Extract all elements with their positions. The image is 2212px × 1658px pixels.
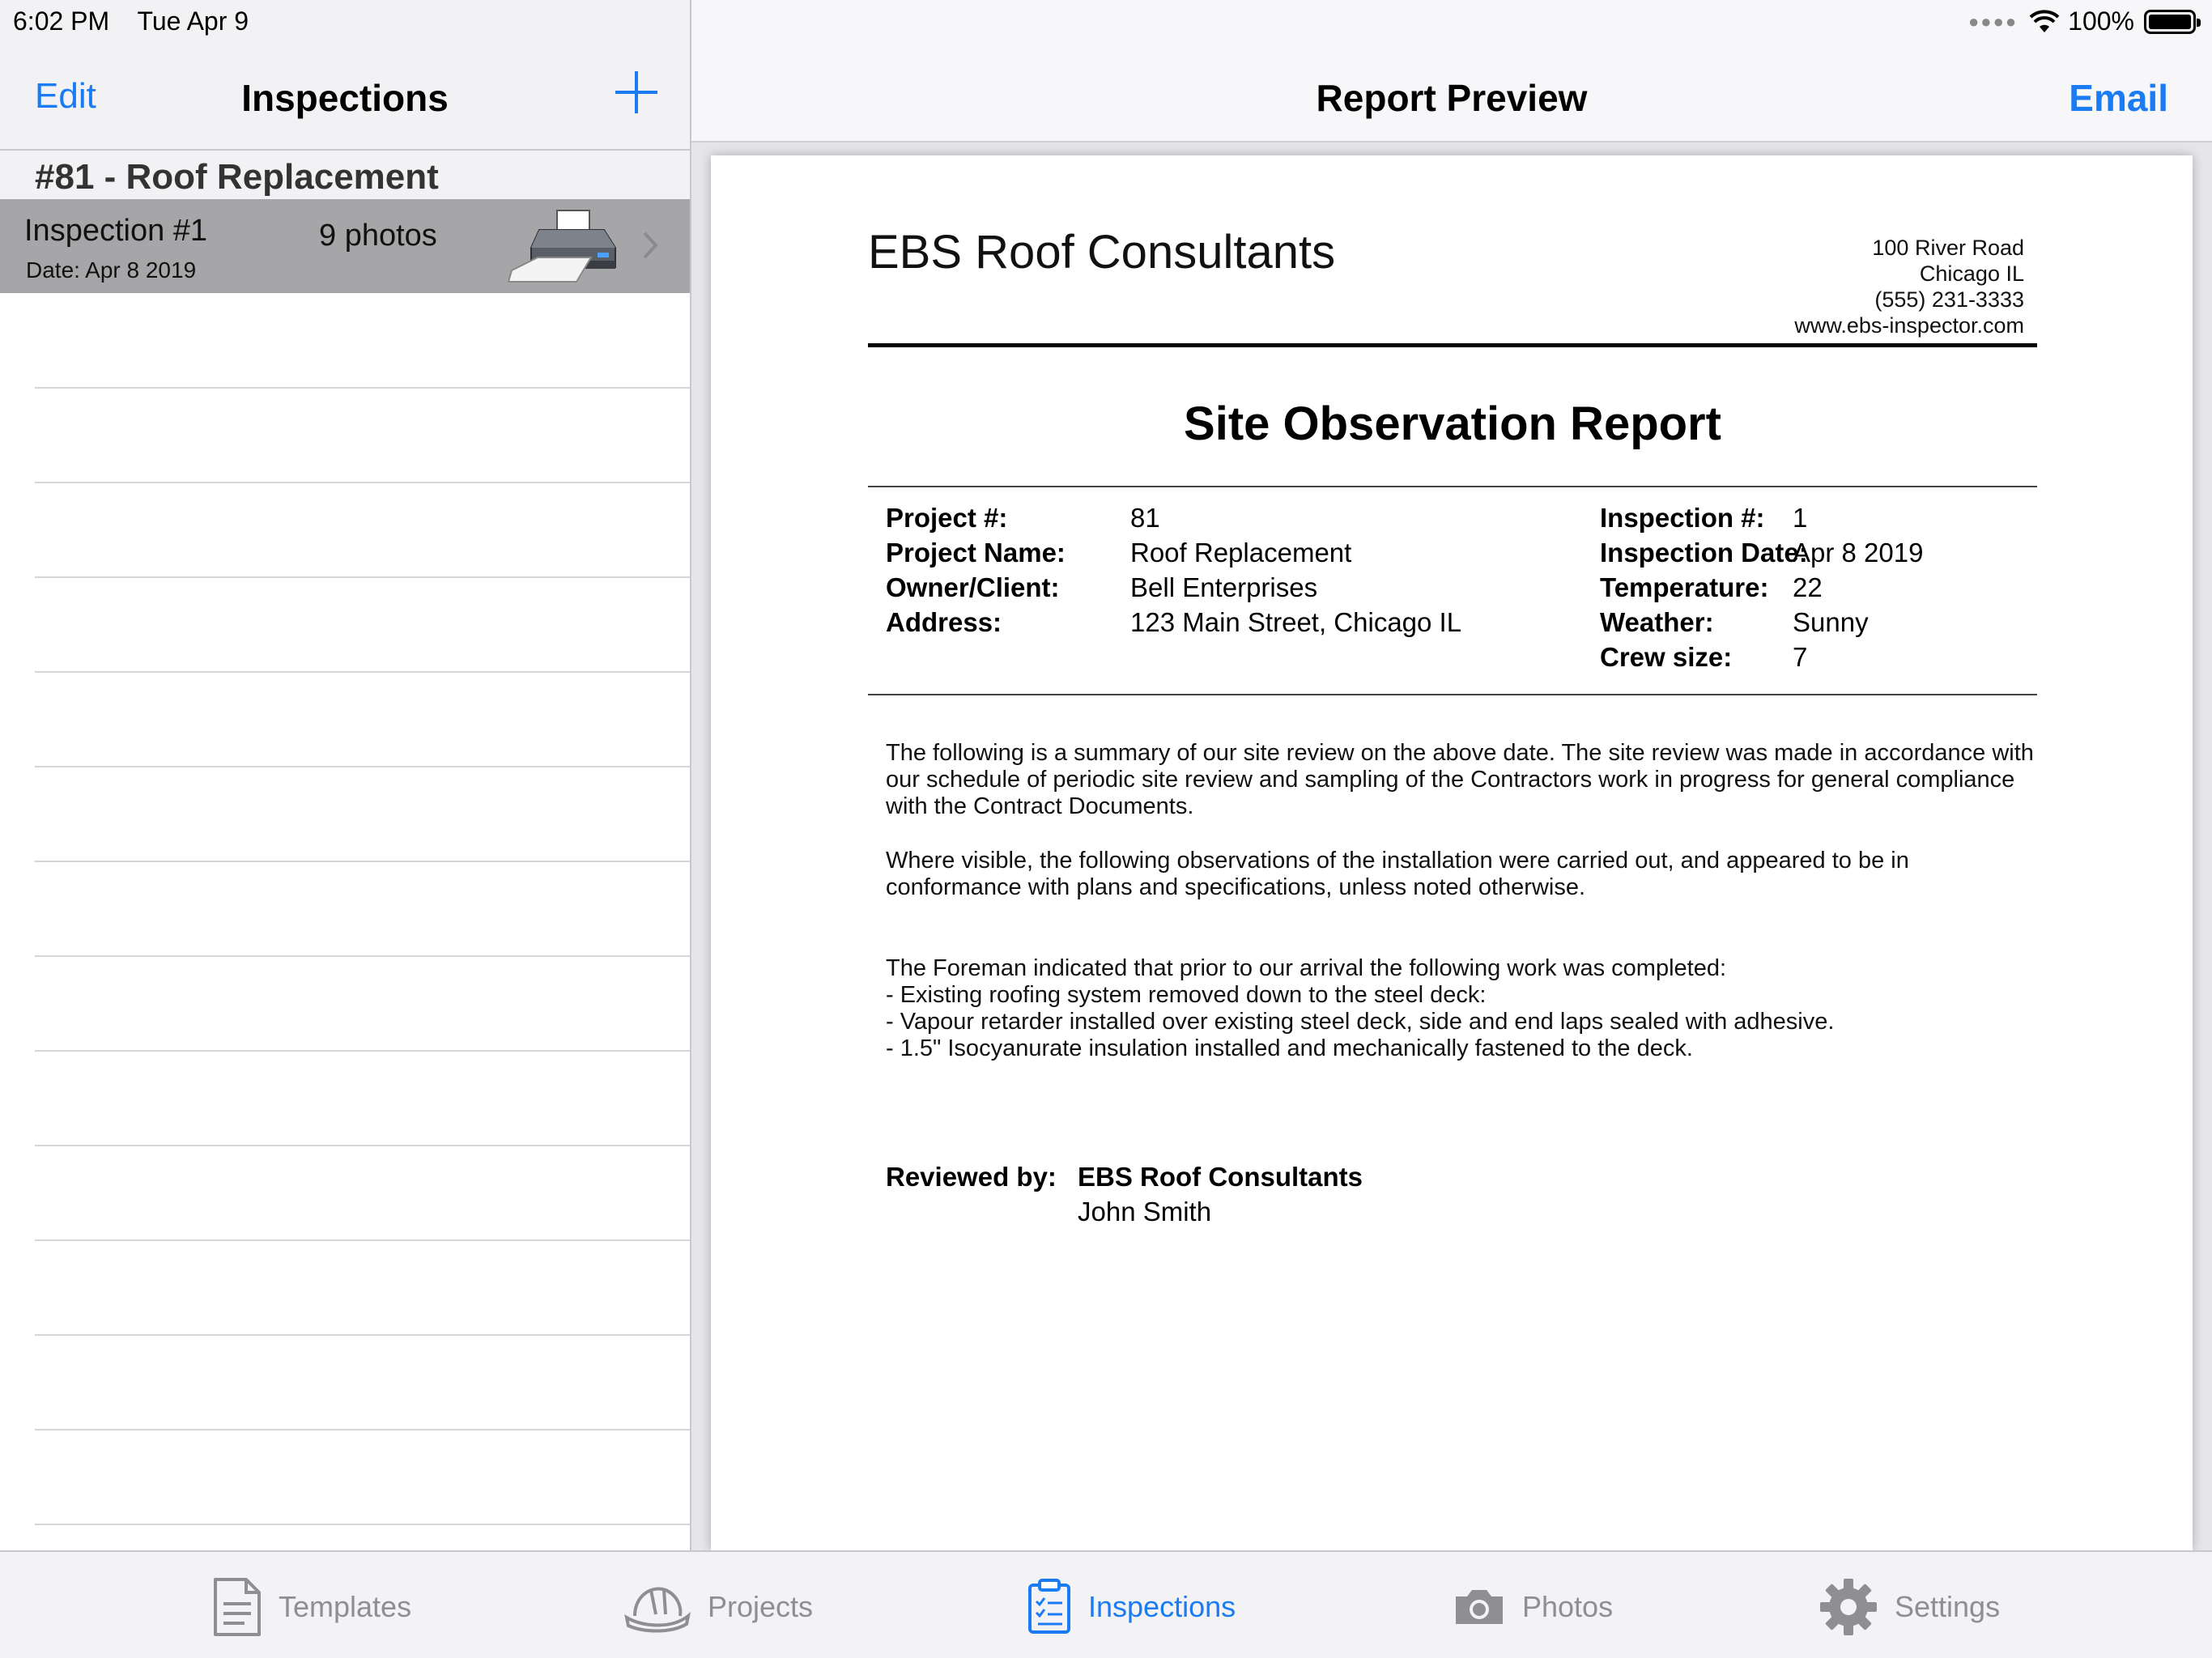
address-line: Chicago IL	[1919, 261, 2024, 286]
address-line: 100 River Road	[1872, 236, 2024, 260]
master-panel: Edit Inspections #81 - Roof Replacement …	[0, 0, 691, 1550]
status-date: Tue Apr 9	[137, 6, 249, 36]
field-value: Bell Enterprises	[1130, 572, 1318, 602]
field-label: Project #:	[886, 503, 1008, 533]
tab-settings[interactable]: Settings	[1819, 1576, 2000, 1638]
report-summary-paragraph: The following is a summary of our site r…	[886, 740, 2034, 819]
list-separator	[35, 1050, 690, 1052]
field-row: Project Name: Roof Replacement	[886, 535, 1461, 570]
list-separator	[35, 1145, 690, 1146]
field-value: 7	[1793, 642, 1808, 672]
address-line: (555) 231-3333	[1874, 287, 2024, 312]
address-line: www.ebs-inspector.com	[1794, 313, 2024, 338]
inspection-row-photo-count: 9 photos	[319, 219, 437, 253]
tab-photos[interactable]: Photos	[1453, 1576, 1613, 1638]
tab-projects[interactable]: Projects	[623, 1576, 813, 1638]
tab-label: Photos	[1522, 1590, 1614, 1623]
section-title: #81 - Roof Replacement	[35, 157, 439, 197]
status-bar: 6:02 PM Tue Apr 9 ●●●● 100%	[0, 0, 2212, 40]
printer-icon[interactable]	[507, 207, 620, 285]
report-observations-paragraph: Where visible, the following observation…	[886, 848, 1909, 900]
battery-percent: 100%	[2068, 6, 2134, 36]
field-label: Weather:	[1600, 607, 1714, 637]
fields-top-divider	[868, 486, 2037, 487]
field-value: 22	[1793, 572, 1823, 602]
report-page: EBS Roof Consultants 100 River Road Chic…	[711, 155, 2193, 1550]
tab-label: Templates	[279, 1590, 412, 1623]
list-separator	[35, 482, 690, 483]
reviewed-by-block: Reviewed by: EBS Roof Consultants John S…	[886, 1159, 1363, 1229]
list-separator	[35, 1429, 690, 1431]
document-icon	[214, 1578, 261, 1636]
field-value: Apr 8 2019	[1793, 538, 1924, 568]
field-row: Address: 123 Main Street, Chicago IL	[886, 605, 1461, 640]
detail-panel: Report Preview Email EBS Roof Consultant…	[691, 0, 2212, 1550]
report-work-completed-paragraph: The Foreman indicated that prior to our …	[886, 955, 1835, 1061]
reviewer-name: John Smith	[1078, 1197, 1212, 1226]
field-row: Inspection Date: Apr 8 2019	[1600, 535, 1923, 570]
list-separator	[35, 576, 690, 578]
list-separator	[35, 1524, 690, 1525]
section-header: #81 - Roof Replacement	[0, 151, 690, 199]
hardhat-icon	[624, 1587, 691, 1633]
inspection-fields: Inspection #: 1 Inspection Date: Apr 8 201…	[1600, 500, 1923, 674]
field-row: Inspection #: 1	[1600, 500, 1923, 535]
field-value: Roof Replacement	[1130, 538, 1352, 568]
field-label: Address:	[886, 607, 1002, 637]
project-fields: Project #: 81 Project Name: Roof Replaceme…	[886, 500, 1461, 640]
inspection-row-title: Inspection #1	[24, 214, 208, 248]
field-row: Temperature: 22	[1600, 570, 1923, 605]
list-separator	[35, 1334, 690, 1336]
field-row: Owner/Client: Bell Enterprises	[886, 570, 1461, 605]
list-separator	[35, 955, 690, 957]
header-divider	[868, 343, 2037, 347]
status-time: 6:02 PM	[13, 6, 110, 36]
add-inspection-button[interactable]	[615, 71, 657, 113]
list-separator	[35, 387, 690, 389]
field-row: Weather: Sunny	[1600, 605, 1923, 640]
tab-templates[interactable]: Templates	[212, 1576, 411, 1638]
list-separator	[35, 671, 690, 673]
report-title: Site Observation Report	[1184, 397, 1721, 450]
field-value: Sunny	[1793, 607, 1869, 637]
list-separator	[35, 766, 690, 767]
clipboard-icon	[1028, 1579, 1070, 1634]
reviewed-by-label: Reviewed by:	[886, 1162, 1057, 1192]
battery-icon	[2144, 9, 2201, 34]
field-label: Crew size:	[1600, 642, 1733, 672]
wifi-icon	[2029, 9, 2060, 32]
field-value: 123 Main Street, Chicago IL	[1130, 607, 1462, 637]
tab-label: Settings	[1895, 1590, 2001, 1623]
tab-label: Projects	[708, 1590, 814, 1623]
field-label: Inspection Date:	[1600, 538, 1808, 568]
signal-dots-icon: ●●●●	[1968, 11, 2018, 32]
field-row: Crew size: 7	[1600, 640, 1923, 674]
tab-label: Inspections	[1088, 1590, 1236, 1623]
camera-icon	[1456, 1590, 1503, 1624]
field-value: 1	[1793, 503, 1808, 533]
list-separator	[35, 1239, 690, 1241]
inspection-row-selected[interactable]: Inspection #1 Date: Apr 8 2019 9 photos	[0, 199, 690, 293]
report-company-name: EBS Roof Consultants	[868, 226, 1336, 278]
fields-bottom-divider	[868, 694, 2037, 695]
field-value: 81	[1130, 503, 1160, 533]
master-title: Inspections	[241, 77, 449, 119]
field-label: Temperature:	[1600, 572, 1769, 602]
list-separator	[35, 861, 690, 862]
email-button[interactable]: Email	[2069, 76, 2168, 120]
status-indicators: ●●●● 100%	[1968, 6, 2201, 36]
field-row: Project #: 81	[886, 500, 1461, 535]
tab-bar: Templates Projects Inspections Photos Se…	[0, 1550, 2212, 1658]
status-time-date: 6:02 PM Tue Apr 9	[13, 6, 270, 36]
reviewer-organization: EBS Roof Consultants	[1078, 1162, 1363, 1192]
report-company-address: 100 River Road Chicago IL (555) 231-3333…	[1794, 235, 2024, 338]
field-label: Owner/Client:	[886, 572, 1060, 602]
gear-icon	[1820, 1579, 1877, 1635]
tab-inspections[interactable]: Inspections	[1027, 1576, 1236, 1638]
field-label: Project Name:	[886, 538, 1066, 568]
field-label: Inspection #:	[1600, 503, 1765, 533]
detail-title: Report Preview	[1316, 77, 1588, 119]
inspection-row-date: Date: Apr 8 2019	[26, 257, 197, 283]
chevron-right-icon	[643, 232, 658, 259]
